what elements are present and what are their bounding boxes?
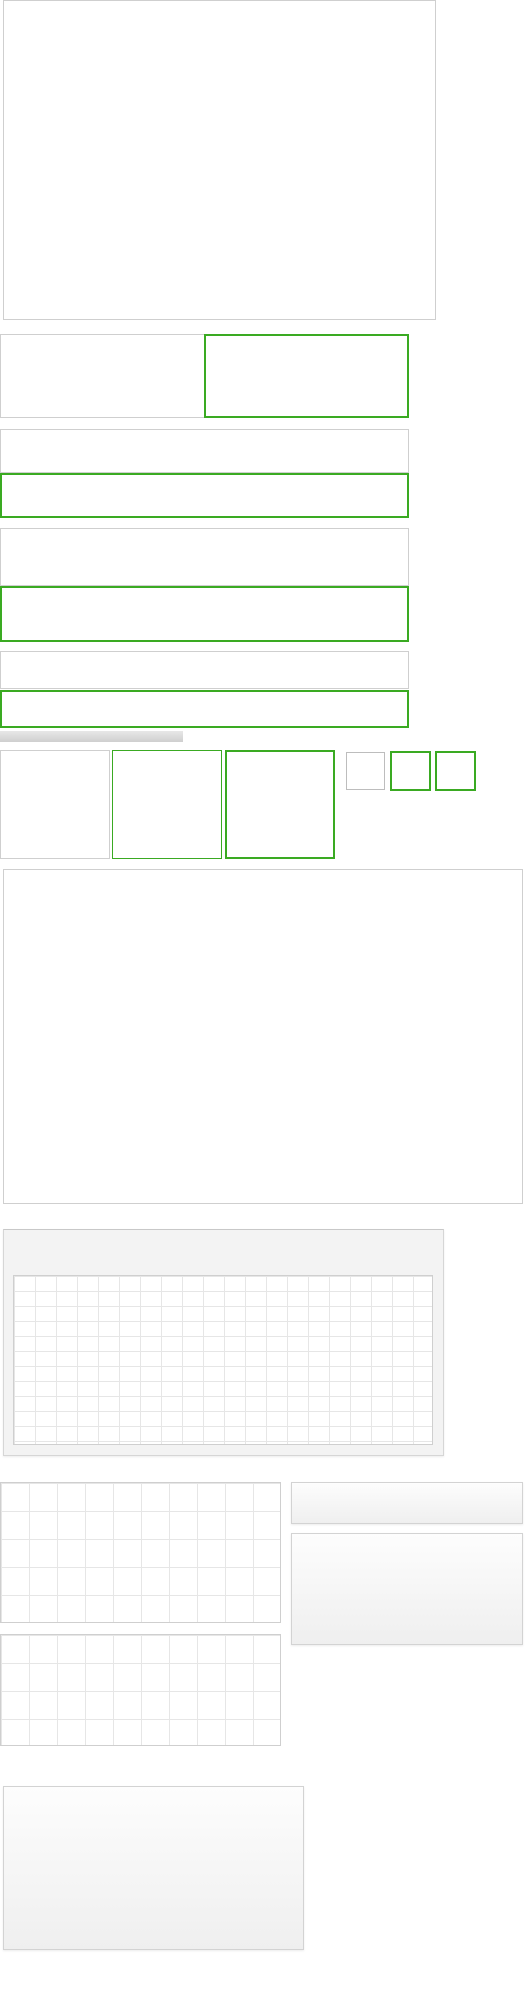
row-3-selected[interactable] (0, 690, 409, 728)
small-box-1[interactable] (346, 752, 385, 790)
panel-left (0, 334, 205, 418)
small-box-3-selected[interactable] (435, 751, 476, 791)
tile-1[interactable] (0, 750, 110, 859)
row-2-selected[interactable] (0, 586, 409, 642)
card-1 (291, 1482, 523, 1524)
grid-lower-1 (0, 1482, 281, 1623)
row-3 (0, 651, 409, 689)
row-1-selected[interactable] (0, 473, 409, 518)
tile-3-selected[interactable] (225, 750, 335, 859)
grid-lower-2 (0, 1634, 281, 1746)
card-2 (291, 1533, 523, 1645)
grid (13, 1275, 433, 1445)
content-frame (3, 869, 523, 1204)
card-3 (3, 1786, 304, 1950)
tile-2[interactable] (112, 750, 222, 859)
row-2 (0, 528, 409, 586)
row-1 (0, 429, 409, 473)
progress-bar (0, 731, 183, 742)
panel-right-selected[interactable] (204, 334, 409, 418)
small-box-2-selected[interactable] (390, 751, 431, 791)
top-large-frame (3, 0, 436, 320)
